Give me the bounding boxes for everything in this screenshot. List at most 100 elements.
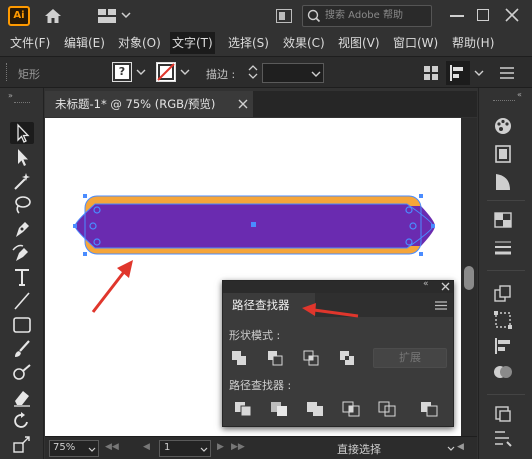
stroke-panel-icon[interactable]: [492, 238, 514, 258]
menu-type[interactable]: 文字(T): [170, 32, 215, 54]
dock-collapse-icon[interactable]: «: [517, 90, 522, 99]
menu-object[interactable]: 对象(O): [116, 32, 163, 54]
selection-tool-icon[interactable]: [10, 122, 34, 144]
document-tab-title: 未标题-1* @ 75% (RGB/预览): [55, 97, 216, 111]
crop-icon[interactable]: [341, 400, 363, 418]
merge-icon[interactable]: [305, 400, 327, 418]
pathfinder-title: 路径查找器: [232, 298, 290, 312]
zoom-value: 75%: [53, 442, 76, 453]
artboard-number: 1: [164, 442, 171, 453]
swatches-panel-icon[interactable]: [492, 144, 514, 164]
annotation-arrow: [91, 260, 133, 313]
current-tool-status: 直接选择: [337, 443, 381, 456]
rectangle-tool-icon[interactable]: [10, 314, 34, 336]
control-menu-icon[interactable]: [500, 67, 514, 79]
right-panel-dock: «: [478, 88, 532, 459]
current-tool-name: 矩形: [18, 68, 40, 81]
last-artboard-icon[interactable]: ▶▶: [231, 442, 245, 452]
transform-panel-icon[interactable]: [492, 310, 514, 330]
pathfinder-panel-dock-icon[interactable]: [492, 362, 514, 382]
pathfinders-label: 路径查找器 :: [229, 379, 292, 392]
outline-icon[interactable]: [377, 400, 399, 418]
intersect-icon[interactable]: [301, 349, 323, 367]
exclude-icon[interactable]: [337, 349, 359, 367]
grid-align-icon[interactable]: [424, 66, 438, 80]
app-logo: Ai: [8, 6, 30, 26]
document-tab[interactable]: 未标题-1* @ 75% (RGB/预览): [45, 91, 253, 117]
title-bar: Ai 搜索 Adobe 帮助: [0, 0, 532, 32]
gradient-panel-icon[interactable]: [492, 172, 514, 192]
minus-front-icon[interactable]: [265, 349, 287, 367]
color-panel-icon[interactable]: [492, 116, 514, 136]
paintbrush-tool-icon[interactable]: [10, 338, 34, 360]
close-tab-icon[interactable]: [238, 99, 248, 109]
divide-icon[interactable]: [233, 400, 255, 418]
line-tool-icon[interactable]: [10, 290, 34, 312]
curvature-tool-icon[interactable]: [10, 242, 34, 264]
tools-panel: »: [0, 88, 44, 459]
vertical-scrollbar[interactable]: [461, 118, 477, 436]
menu-help[interactable]: 帮助(H): [450, 32, 496, 54]
panel-collapse-icon[interactable]: «: [423, 279, 429, 289]
toolbar-collapse-icon[interactable]: »: [8, 91, 13, 100]
stroke-swatch[interactable]: [156, 62, 176, 82]
stroke-stepper-icon[interactable]: [248, 64, 258, 80]
panel-toggle-icon[interactable]: [276, 9, 292, 23]
panel-drag-bar[interactable]: «: [223, 279, 453, 293]
align-panel-dock-icon[interactable]: [492, 336, 514, 356]
lasso-tool-icon[interactable]: [10, 194, 34, 216]
shaper-tool-icon[interactable]: [10, 362, 34, 384]
menu-edit[interactable]: 编辑(E): [62, 32, 107, 54]
direct-selection-tool-icon[interactable]: [10, 146, 34, 168]
next-artboard-icon[interactable]: ▶: [217, 442, 224, 452]
properties-panel-icon[interactable]: [492, 428, 514, 448]
status-menu-icon[interactable]: [447, 446, 455, 451]
panel-title-arrow: [296, 298, 362, 322]
fill-swatch[interactable]: ?: [112, 62, 132, 82]
horizontal-scroll-left-icon[interactable]: ◀: [457, 442, 464, 452]
document-tab-bar: 未标题-1* @ 75% (RGB/预览): [45, 91, 477, 117]
close-icon[interactable]: [505, 8, 519, 22]
scale-tool-icon[interactable]: [10, 434, 34, 456]
status-bar: 75% ◀◀ ◀ 1 ▶ ▶▶ 直接选择 ◀: [45, 436, 477, 459]
panel-close-icon[interactable]: [441, 282, 450, 291]
workspace-icon[interactable]: [98, 9, 132, 23]
artboard-number-field[interactable]: 1: [159, 440, 211, 457]
align-dropdown-icon[interactable]: [474, 70, 484, 76]
artboards-panel-icon[interactable]: [492, 284, 514, 304]
menu-select[interactable]: 选择(S): [226, 32, 271, 54]
fill-dropdown-icon[interactable]: [136, 69, 146, 75]
transparency-panel-icon[interactable]: [492, 210, 514, 230]
menu-file[interactable]: 文件(F): [8, 32, 52, 54]
panel-menu-icon[interactable]: [435, 301, 447, 310]
trim-icon[interactable]: [269, 400, 291, 418]
minus-back-icon[interactable]: [419, 400, 441, 418]
home-icon[interactable]: [44, 8, 62, 24]
magic-wand-tool-icon[interactable]: [10, 170, 34, 192]
rotate-tool-icon[interactable]: [10, 410, 34, 432]
shape-modes-label: 形状模式 :: [229, 329, 281, 342]
dock-grip: [493, 100, 515, 101]
maximize-icon[interactable]: [477, 9, 489, 21]
expand-button[interactable]: 扩展: [373, 348, 447, 368]
type-tool-icon[interactable]: [10, 266, 34, 288]
pen-tool-icon[interactable]: [10, 218, 34, 240]
align-panel-icon[interactable]: [446, 61, 470, 85]
minimize-icon[interactable]: [450, 15, 464, 17]
scroll-thumb[interactable]: [464, 266, 474, 290]
menu-effect[interactable]: 效果(C): [281, 32, 327, 54]
stroke-weight-field[interactable]: [262, 63, 324, 83]
stroke-dropdown-icon[interactable]: [180, 69, 190, 75]
unite-icon[interactable]: [229, 349, 251, 367]
search-placeholder: 搜索 Adobe 帮助: [325, 10, 403, 21]
eraser-tool-icon[interactable]: [10, 386, 34, 408]
prev-artboard-icon[interactable]: ◀: [143, 442, 150, 452]
zoom-field[interactable]: 75%: [49, 440, 99, 457]
toolbar-grip: [14, 102, 30, 103]
menu-bar: 文件(F) 编辑(E) 对象(O) 文字(T) 选择(S) 效果(C) 视图(V…: [0, 32, 532, 54]
layers-panel-icon[interactable]: [492, 404, 514, 424]
menu-window[interactable]: 窗口(W): [391, 32, 440, 54]
first-artboard-icon[interactable]: ◀◀: [105, 442, 119, 452]
search-field[interactable]: 搜索 Adobe 帮助: [302, 5, 432, 27]
menu-view[interactable]: 视图(V): [336, 32, 382, 54]
